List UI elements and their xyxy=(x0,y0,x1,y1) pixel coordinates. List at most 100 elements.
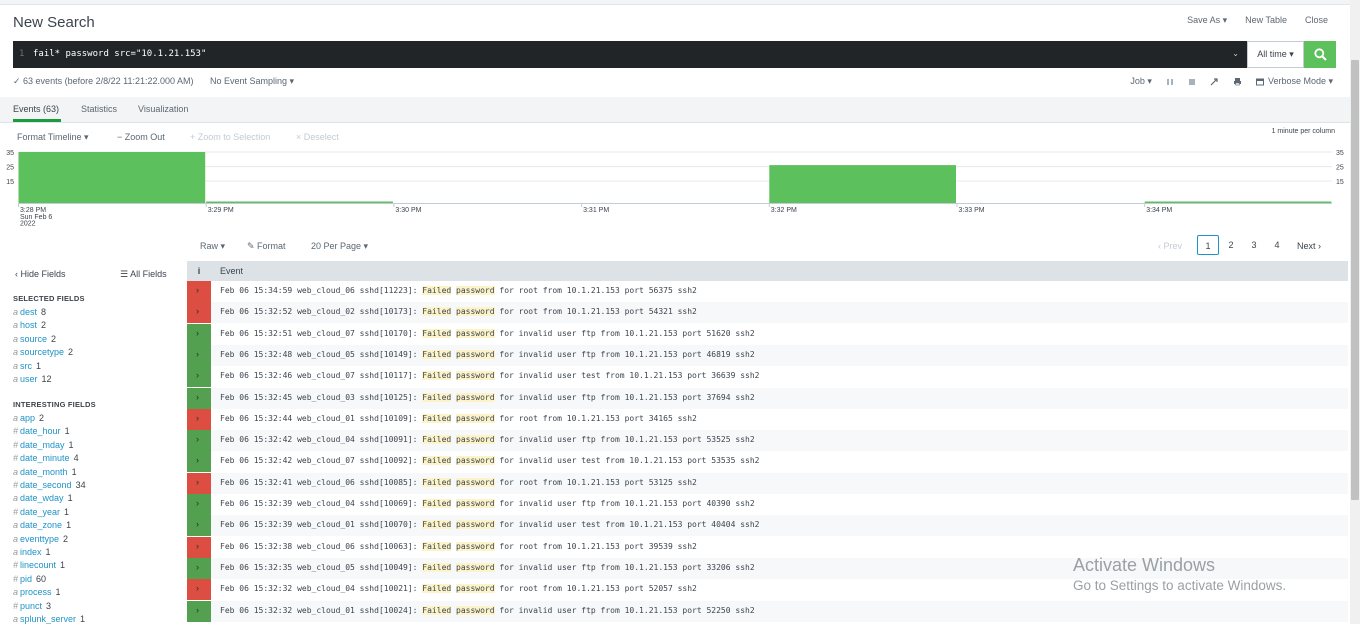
search-term-highlight[interactable]: password xyxy=(456,307,495,317)
event-text[interactable]: Feb 06 15:34:59 web_cloud_06 sshd[11223]… xyxy=(220,286,697,295)
event-text[interactable]: Feb 06 15:32:45 web_cloud_03 sshd[10125]… xyxy=(220,392,755,402)
table-row[interactable]: › Feb 06 15:32:44 web_cloud_01 sshd[10109… xyxy=(187,408,1348,430)
search-term-highlight[interactable]: Failed xyxy=(422,286,452,295)
search-term-highlight[interactable]: password xyxy=(456,413,495,423)
page-3-button[interactable]: 3 xyxy=(1243,235,1265,255)
table-row[interactable]: › Feb 06 15:32:52 web_cloud_02 sshd[10173… xyxy=(187,302,1348,324)
search-term-highlight[interactable]: Failed xyxy=(422,584,452,594)
tab-statistics[interactable]: Statistics xyxy=(81,104,117,114)
zoom-to-selection-button[interactable]: + Zoom to Selection xyxy=(190,132,270,142)
event-text[interactable]: Feb 06 15:32:52 web_cloud_02 sshd[10173]… xyxy=(220,307,697,317)
search-term-highlight[interactable]: Failed xyxy=(422,456,452,466)
event-text[interactable]: Feb 06 15:32:38 web_cloud_06 sshd[10063]… xyxy=(220,541,697,551)
search-term-highlight[interactable]: Failed xyxy=(422,499,452,508)
search-term-highlight[interactable]: password xyxy=(456,520,495,530)
next-page-button[interactable]: Next › xyxy=(1297,241,1321,251)
deselect-button[interactable]: × Deselect xyxy=(296,132,339,142)
expand-row-button[interactable]: › xyxy=(187,451,211,473)
search-term-highlight[interactable]: password xyxy=(456,499,495,508)
page-1-button[interactable]: 1 xyxy=(1197,235,1219,255)
search-term-highlight[interactable]: Failed xyxy=(422,413,452,423)
search-term-highlight[interactable]: Failed xyxy=(422,605,452,615)
close-button[interactable]: Close xyxy=(1305,15,1328,26)
search-term-highlight[interactable]: Failed xyxy=(422,541,452,551)
search-term-highlight[interactable]: Failed xyxy=(422,562,452,572)
search-term-highlight[interactable]: password xyxy=(456,328,495,338)
field-sourcetype[interactable]: a sourcetype 2 xyxy=(13,347,73,357)
field-date-year[interactable]: # date_year 1 xyxy=(13,507,69,517)
search-term-highlight[interactable]: password xyxy=(456,477,495,487)
page-4-button[interactable]: 4 xyxy=(1266,235,1288,255)
format-button[interactable]: ✎ Format xyxy=(247,241,286,252)
search-term-highlight[interactable]: password xyxy=(456,435,495,445)
event-text[interactable]: Feb 06 15:32:32 web_cloud_04 sshd[10021]… xyxy=(220,584,697,594)
page-scrollbar-thumb[interactable] xyxy=(1351,60,1359,500)
event-text[interactable]: Feb 06 15:32:39 web_cloud_01 sshd[10070]… xyxy=(220,520,759,530)
expand-row-button[interactable]: › xyxy=(187,323,211,345)
search-button[interactable] xyxy=(1304,41,1336,68)
tab-visualization[interactable]: Visualization xyxy=(138,104,188,114)
table-row[interactable]: › Feb 06 15:32:51 web_cloud_07 sshd[10170… xyxy=(187,323,1348,345)
table-row[interactable]: › Feb 06 15:34:59 web_cloud_06 sshd[11223… xyxy=(187,281,1348,302)
event-text[interactable]: Feb 06 15:32:35 web_cloud_05 sshd[10049]… xyxy=(220,562,755,572)
field-source[interactable]: a source 2 xyxy=(13,334,56,344)
field-date-hour[interactable]: # date_hour 1 xyxy=(13,426,70,436)
table-row[interactable]: › Feb 06 15:32:42 web_cloud_07 sshd[10092… xyxy=(187,451,1348,473)
table-row[interactable]: › Feb 06 15:32:46 web_cloud_07 sshd[10117… xyxy=(187,366,1348,388)
table-row[interactable]: › Feb 06 15:32:45 web_cloud_03 sshd[10125… xyxy=(187,387,1348,409)
expand-row-button[interactable]: › xyxy=(187,387,211,409)
expand-row-button[interactable]: › xyxy=(187,430,211,452)
job-dropdown[interactable]: Job ▾ xyxy=(1130,76,1152,87)
info-column-header[interactable]: i xyxy=(187,261,211,281)
search-term-highlight[interactable]: Failed xyxy=(422,477,452,487)
field-date-month[interactable]: a date_month 1 xyxy=(13,467,77,477)
event-text[interactable]: Feb 06 15:32:44 web_cloud_01 sshd[10109]… xyxy=(220,413,697,423)
expand-row-button[interactable]: › xyxy=(187,408,211,430)
new-table-button[interactable]: New Table xyxy=(1245,15,1287,26)
table-row[interactable]: › Feb 06 15:32:39 web_cloud_01 sshd[10070… xyxy=(187,515,1348,537)
search-term-highlight[interactable]: password xyxy=(456,605,495,615)
table-row[interactable]: › Feb 06 15:32:32 web_cloud_01 sshd[10024… xyxy=(187,600,1348,622)
expand-row-button[interactable]: › xyxy=(187,472,211,494)
field-index[interactable]: a index 1 xyxy=(13,547,51,557)
search-term-highlight[interactable]: Failed xyxy=(422,435,452,445)
event-text[interactable]: Feb 06 15:32:39 web_cloud_04 sshd[10069]… xyxy=(220,499,755,508)
table-row[interactable]: › Feb 06 15:32:42 web_cloud_04 sshd[10091… xyxy=(187,430,1348,452)
field-user[interactable]: a user 12 xyxy=(13,374,52,384)
field-date-zone[interactable]: a date_zone 1 xyxy=(13,520,71,530)
event-text[interactable]: Feb 06 15:32:48 web_cloud_05 sshd[10149]… xyxy=(220,349,755,359)
search-term-highlight[interactable]: password xyxy=(456,286,495,295)
field-process[interactable]: a process 1 xyxy=(13,587,61,597)
expand-row-button[interactable]: › xyxy=(187,600,211,622)
table-row[interactable]: › Feb 06 15:32:39 web_cloud_04 sshd[10069… xyxy=(187,494,1348,515)
save-as-button[interactable]: Save As ▾ xyxy=(1187,15,1227,26)
search-term-highlight[interactable]: Failed xyxy=(422,307,452,317)
search-term-highlight[interactable]: password xyxy=(456,392,495,402)
expand-row-button[interactable]: › xyxy=(187,579,211,601)
field-date-second[interactable]: # date_second 34 xyxy=(13,480,86,490)
event-text[interactable]: Feb 06 15:32:46 web_cloud_07 sshd[10117]… xyxy=(220,371,759,381)
timeline-bar[interactable] xyxy=(206,201,393,204)
field-pid[interactable]: # pid 60 xyxy=(13,574,46,584)
search-term-highlight[interactable]: password xyxy=(456,456,495,466)
search-term-highlight[interactable]: password xyxy=(456,562,495,572)
field-host[interactable]: a host 2 xyxy=(13,320,46,330)
field-date-minute[interactable]: # date_minute 4 xyxy=(13,453,79,463)
raw-view-dropdown[interactable]: Raw ▾ xyxy=(200,241,225,252)
table-row[interactable]: › Feb 06 15:32:41 web_cloud_06 sshd[10085… xyxy=(187,472,1348,494)
event-text[interactable]: Feb 06 15:32:51 web_cloud_07 sshd[10170]… xyxy=(220,328,755,338)
time-range-picker[interactable]: All time ▾ xyxy=(1247,41,1304,68)
expand-row-button[interactable]: › xyxy=(187,557,211,579)
table-row[interactable]: › Feb 06 15:32:48 web_cloud_05 sshd[10149… xyxy=(187,344,1348,366)
search-input[interactable]: 1 fail* password src="10.1.21.153" ⌄ xyxy=(13,41,1247,68)
search-term-highlight[interactable]: Failed xyxy=(422,520,452,530)
field-eventtype[interactable]: a eventtype 2 xyxy=(13,534,68,544)
search-query[interactable]: fail* password src="10.1.21.153" xyxy=(33,49,206,59)
field-date-wday[interactable]: a date_wday 1 xyxy=(13,493,73,503)
search-term-highlight[interactable]: password xyxy=(456,584,495,594)
pause-icon[interactable] xyxy=(1166,78,1174,86)
expand-row-button[interactable]: › xyxy=(187,344,211,366)
timeline-chart[interactable]: 35 35 25 25 15 15 3:28 PM 3:29 PM 3:30 PM 3:31 PM… xyxy=(0,150,1350,232)
field-app[interactable]: a app 2 xyxy=(13,413,44,423)
stop-icon[interactable] xyxy=(1188,78,1196,86)
